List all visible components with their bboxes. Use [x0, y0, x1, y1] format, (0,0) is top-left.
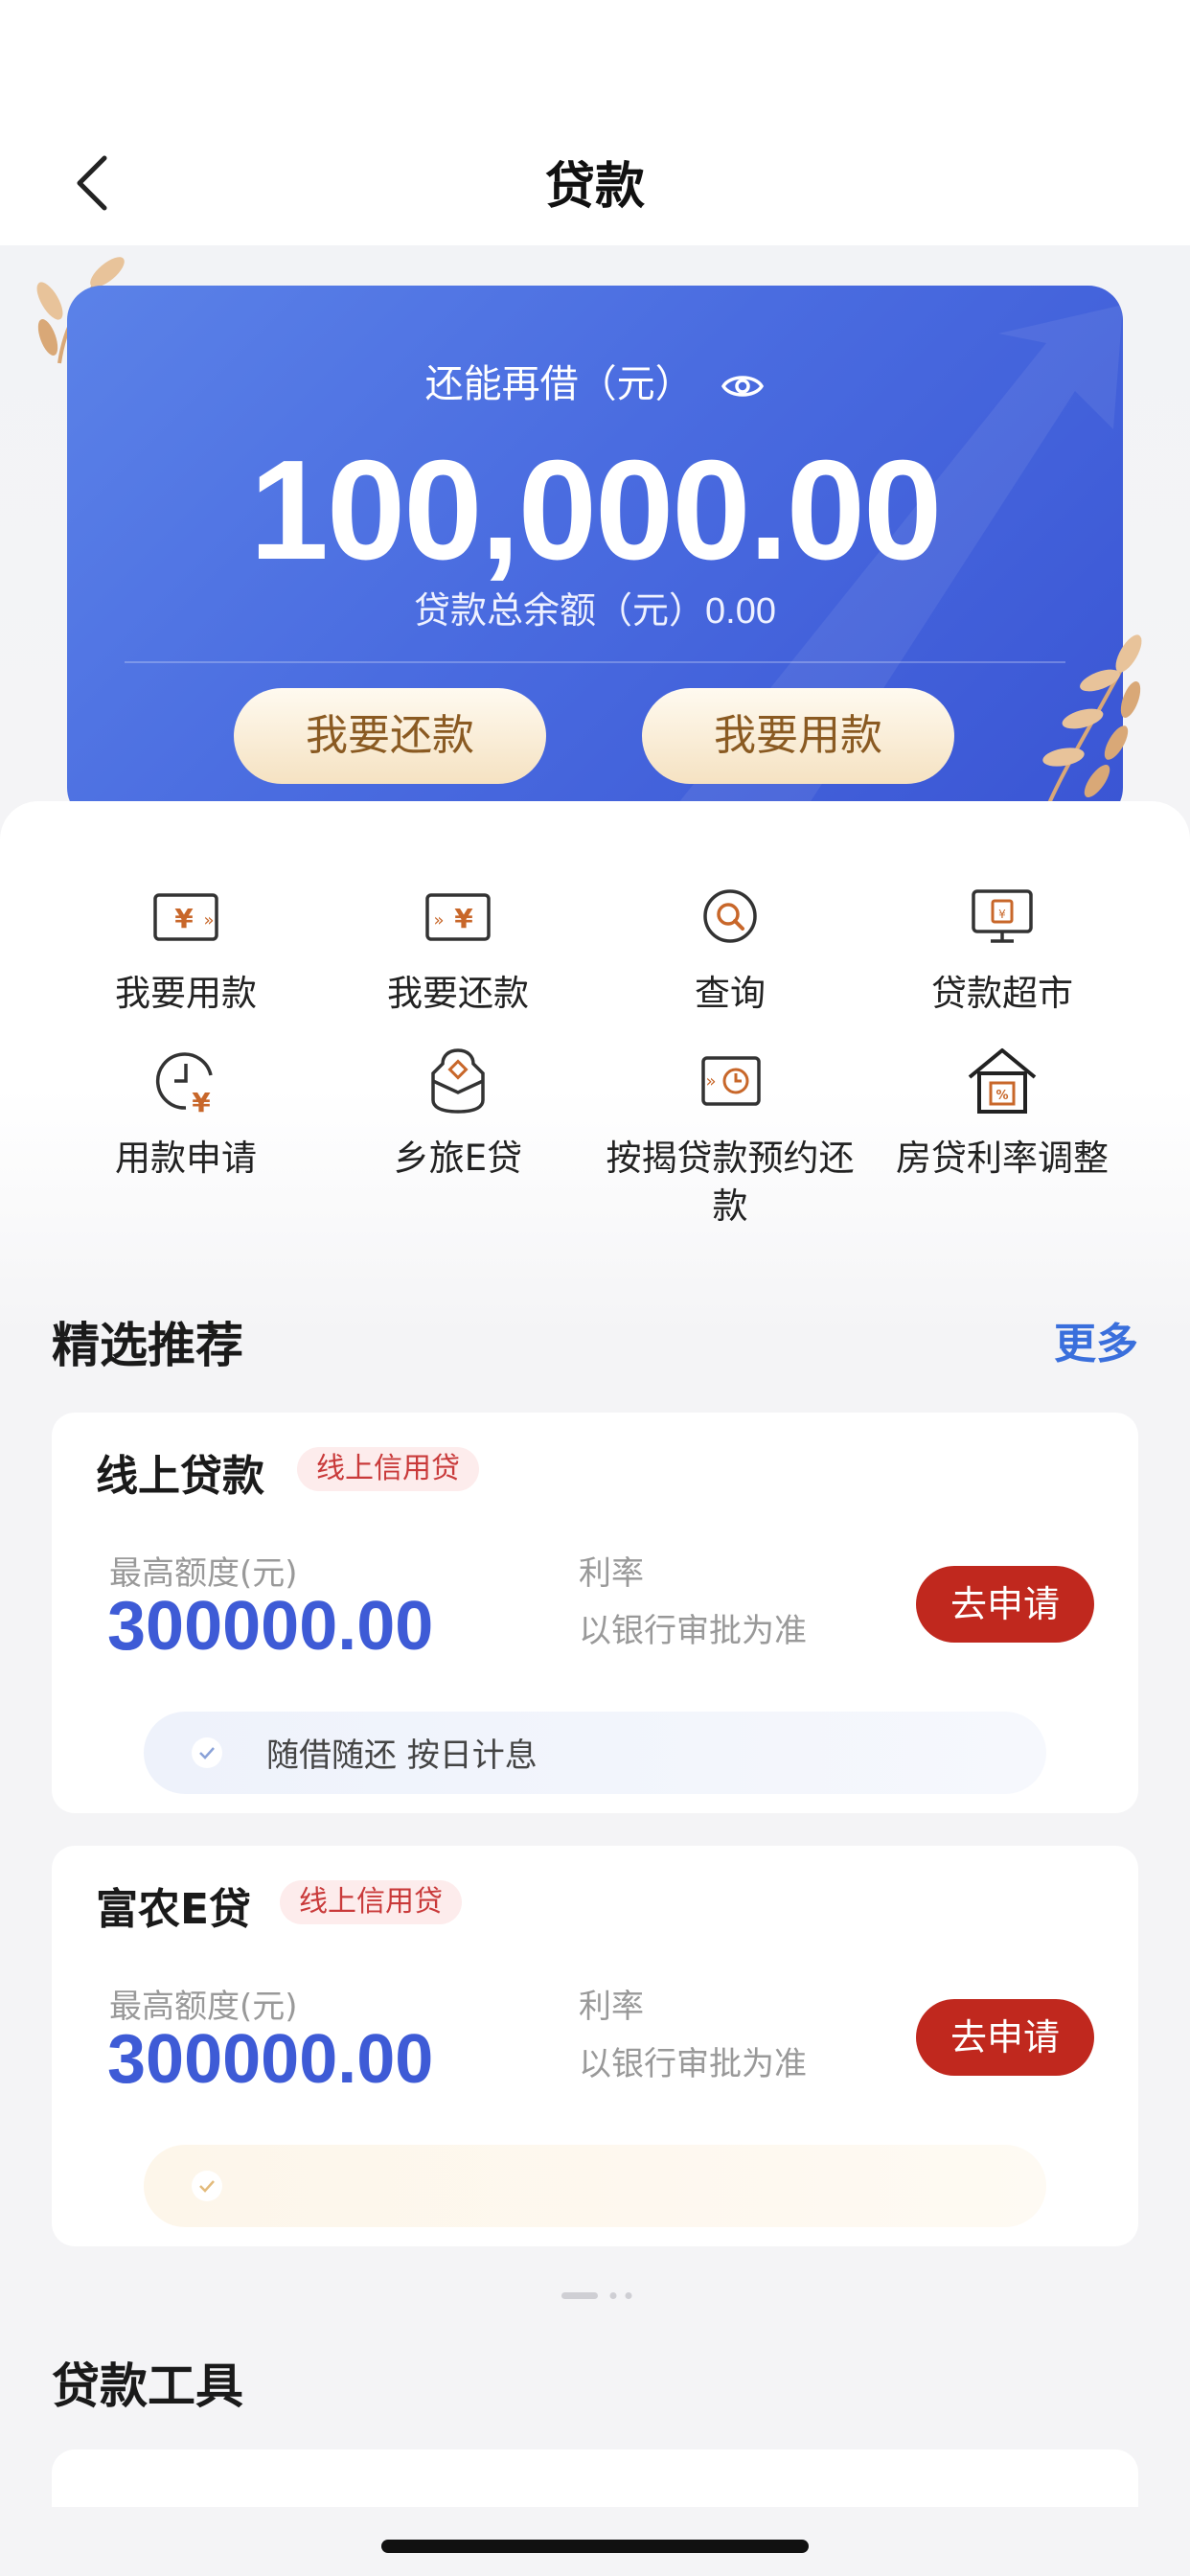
svg-text:¥: ¥	[192, 1087, 211, 1118]
yen-in-icon: ¥ »	[425, 893, 491, 941]
grid-label: 我要还款	[387, 973, 529, 1014]
wheat-decoration-icon	[1042, 634, 1142, 815]
rate-value: 以银行审批为准	[579, 1612, 807, 1650]
limit-value: 300000.00	[107, 2021, 434, 2098]
grid-item-mortgage-repay-appointment[interactable]: » 按揭贷款预约还款	[594, 1043, 866, 1230]
grid-label: 房贷利率调整	[896, 1138, 1109, 1179]
home-indicator[interactable]	[381, 2540, 809, 2553]
use-loan-button[interactable]: 我要用款	[642, 688, 954, 784]
travel-bag-icon	[431, 1048, 485, 1114]
grid-item-loan-market[interactable]: ¥ 贷款超市	[866, 878, 1138, 1018]
more-link[interactable]: 更多	[1054, 1309, 1138, 1370]
recommend-card-funong-e-loan[interactable]: 富农E贷 线上信用贷 最高额度(元) 300000.00 利率 以银行审批为准 …	[52, 1846, 1138, 2246]
apply-button[interactable]: 去申请	[916, 1566, 1094, 1643]
tools-section-title: 贷款工具	[52, 2358, 243, 2414]
schedule-icon: »	[701, 1056, 761, 1106]
eye-icon[interactable]	[721, 371, 765, 402]
search-icon	[703, 889, 757, 943]
svg-text:¥: ¥	[998, 908, 1006, 921]
page-title: 贷款	[544, 158, 645, 216]
loan-balance-label: 贷款总余额（元）	[414, 589, 706, 632]
svg-text:»: »	[203, 910, 214, 931]
loan-balance-value: 0.00	[705, 591, 776, 632]
product-tag: 线上信用贷	[297, 1447, 479, 1491]
available-credit-text: 还能再借（元）	[424, 362, 694, 406]
repay-button[interactable]: 我要还款	[234, 688, 546, 784]
loan-tools-card	[52, 2450, 1138, 2507]
card-divider	[125, 661, 1065, 663]
clock-yen-icon: ¥	[155, 1052, 213, 1118]
available-credit-amount: 100,000.00	[249, 431, 943, 589]
grid-label: 用款申请	[115, 1138, 257, 1179]
svg-text:»: »	[433, 910, 444, 931]
product-name: 富农E贷	[96, 1885, 252, 1934]
grid-label: 查询	[695, 973, 766, 1014]
grid-label: 贷款超市	[931, 973, 1073, 1014]
status-bar	[0, 0, 1190, 125]
grid-item-query[interactable]: 查询	[594, 878, 866, 1018]
feature-bar	[144, 2145, 1046, 2227]
check-icon	[192, 1737, 222, 1768]
available-credit-label: 还能再借（元）	[67, 353, 1123, 408]
featured-section-title: 精选推荐	[52, 1318, 243, 1373]
svg-text:¥: ¥	[174, 903, 194, 934]
product-tag: 线上信用贷	[280, 1880, 462, 1924]
yen-out-icon: ¥ »	[153, 893, 218, 941]
grid-item-mortgage-rate-adjust[interactable]: % 房贷利率调整	[866, 1043, 1138, 1183]
grid-item-loan-application[interactable]: ¥ 用款申请	[50, 1043, 322, 1183]
apply-button[interactable]: 去申请	[916, 1999, 1094, 2076]
grid-label: 我要用款	[115, 973, 257, 1014]
feature-bar: 随借随还 按日计息	[144, 1712, 1046, 1794]
grid-label: 按揭贷款预约还款	[606, 1138, 855, 1227]
product-name: 线上贷款	[96, 1452, 264, 1501]
svg-text:%: %	[995, 1089, 1008, 1103]
svg-text:¥: ¥	[454, 903, 473, 934]
check-icon	[192, 2171, 222, 2201]
rate-value: 以银行审批为准	[579, 2045, 807, 2083]
recommend-card-online-loan[interactable]: 线上贷款 线上信用贷 最高额度(元) 300000.00 利率 以银行审批为准 …	[52, 1413, 1138, 1813]
feature-text: 随借随还 按日计息	[266, 1736, 538, 1775]
carousel-indicator	[561, 2292, 632, 2299]
grid-label: 乡旅E贷	[393, 1138, 523, 1179]
rate-label: 利率	[579, 1988, 644, 2026]
grid-item-rural-travel-loan[interactable]: 乡旅E贷	[322, 1043, 594, 1183]
market-icon: ¥	[972, 889, 1033, 943]
grid-item-use-loan[interactable]: ¥ » 我要用款	[50, 878, 322, 1018]
grid-item-repay[interactable]: ¥ » 我要还款	[322, 878, 594, 1018]
rate-label: 利率	[579, 1554, 644, 1593]
house-percent-icon: %	[968, 1048, 1037, 1114]
credit-card-panel: 还能再借（元） 100,000.00 贷款总余额（元）0.00 我要还款 我要用…	[67, 286, 1123, 822]
content-panel: ¥ » 我要用款 ¥ » 我要还款 查询 ¥ 贷款超市 ¥ 用款申请 乡旅E贷 …	[0, 801, 1190, 2576]
nav-bar: 贷款	[0, 125, 1190, 245]
loan-balance: 贷款总余额（元）0.00	[67, 581, 1123, 633]
svg-text:»: »	[705, 1071, 716, 1092]
limit-value: 300000.00	[107, 1588, 434, 1665]
